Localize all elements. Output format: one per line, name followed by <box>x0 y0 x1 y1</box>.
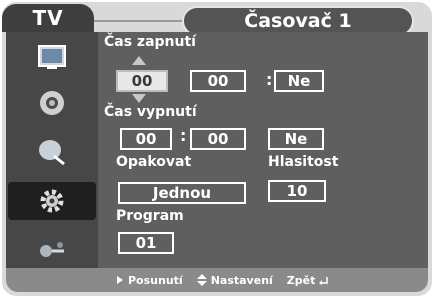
move-hint-label: Posunutí <box>128 273 183 287</box>
adjust-hint: Nastavení <box>196 273 273 287</box>
timer-panel: Čas zapnutí 00 00 : Ne Čas vypnutí 00 : … <box>98 32 428 268</box>
sidebar-item-sound[interactable] <box>8 84 96 122</box>
picture-icon <box>38 45 66 69</box>
up-down-arrow-icon <box>196 274 207 286</box>
off-hour-field[interactable]: 00 <box>120 128 172 150</box>
help-bar: Posunutí Nastavení Zpět <box>6 268 428 292</box>
setup-gear-icon <box>40 189 64 213</box>
on-separator: : <box>266 70 273 89</box>
down-arrow-icon <box>132 94 146 103</box>
adjust-hint-label: Nastavení <box>210 273 273 287</box>
on-enabled-field[interactable]: Ne <box>274 70 324 92</box>
off-time-label: Čas vypnutí <box>104 104 197 120</box>
return-icon <box>319 277 329 285</box>
on-hour-field[interactable]: 00 <box>116 70 168 92</box>
back-hint[interactable]: Zpět <box>287 274 330 287</box>
repeat-label: Opakovat <box>116 154 192 170</box>
on-time-label: Čas zapnutí <box>104 34 196 50</box>
sound-icon <box>40 91 64 115</box>
program-label: Program <box>116 208 184 224</box>
off-enabled-field[interactable]: Ne <box>268 128 324 150</box>
move-hint: Posunutí <box>116 274 183 287</box>
channel-icon <box>39 140 65 166</box>
volume-label: Hlasitost <box>268 154 339 170</box>
off-separator: : <box>180 126 187 145</box>
menu-sidebar <box>6 32 98 280</box>
title-connector <box>94 20 186 22</box>
osd-window: TV Časovač 1 Čas zapnutí 00 00: Ne Čas … <box>2 2 432 296</box>
right-arrow-icon <box>117 276 123 284</box>
off-minute-field[interactable]: 00 <box>190 128 246 150</box>
repeat-field[interactable]: Jednou <box>118 182 246 204</box>
tv-menu-label: TV <box>2 4 94 32</box>
sidebar-item-channel[interactable] <box>8 132 96 170</box>
on-minute-field[interactable]: 00 <box>190 70 246 92</box>
sidebar-item-input[interactable] <box>8 232 96 270</box>
input-icon <box>40 242 64 257</box>
back-hint-label: Zpět <box>286 273 316 287</box>
up-arrow-icon <box>132 56 146 65</box>
sidebar-item-setup[interactable] <box>8 182 96 220</box>
sidebar-item-picture[interactable] <box>8 38 96 76</box>
volume-field[interactable]: 10 <box>268 180 326 202</box>
program-field[interactable]: 01 <box>118 232 174 254</box>
